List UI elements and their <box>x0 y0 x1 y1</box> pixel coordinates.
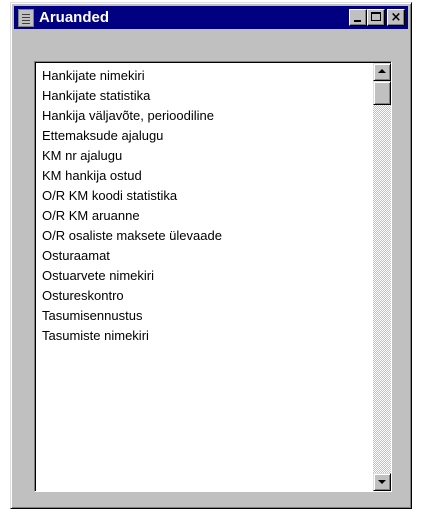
vertical-scrollbar[interactable] <box>373 63 391 491</box>
list-item[interactable]: Ostuarvete nimekiri <box>42 266 367 286</box>
list-item[interactable]: O/R osaliste maksete ülevaade <box>42 226 367 246</box>
list-item[interactable]: Ostureskontro <box>42 286 367 306</box>
minimize-button[interactable] <box>349 9 367 26</box>
maximize-icon <box>371 12 381 21</box>
list-item[interactable]: Ettemaksude ajalugu <box>42 126 367 146</box>
maximize-button[interactable] <box>367 9 385 26</box>
scroll-up-button[interactable] <box>373 63 391 81</box>
list-item[interactable]: Tasumiste nimekiri <box>42 326 367 346</box>
list-item[interactable]: Osturaamat <box>42 246 367 266</box>
window-title: Aruanded <box>39 9 110 26</box>
close-icon: × <box>390 10 402 25</box>
list-item[interactable]: O/R KM koodi statistika <box>42 186 367 206</box>
minimize-icon <box>354 20 361 22</box>
list-item[interactable]: KM nr ajalugu <box>42 146 367 166</box>
close-button[interactable]: × <box>387 9 405 26</box>
reports-list[interactable]: Hankijate nimekiri Hankijate statistika Ha… <box>34 61 392 492</box>
scroll-down-arrow-icon <box>378 480 386 484</box>
reports-list-items: Hankijate nimekiri Hankijate statistika Ha… <box>42 66 367 346</box>
list-item[interactable]: Tasumisennustus <box>42 306 367 326</box>
list-item[interactable]: Hankija väljavõte, perioodiline <box>42 106 367 126</box>
scroll-down-button[interactable] <box>373 473 391 491</box>
list-item[interactable]: KM hankija ostud <box>42 166 367 186</box>
list-item[interactable]: Hankijate nimekiri <box>42 66 367 86</box>
scroll-thumb[interactable] <box>373 81 391 105</box>
scroll-up-arrow-icon <box>378 69 386 73</box>
reports-window: Aruanded × Hankijate nimekiri Hankijate s… <box>10 2 412 509</box>
list-item[interactable]: Hankijate statistika <box>42 86 367 106</box>
title-bar[interactable]: Aruanded × <box>14 6 408 29</box>
list-item[interactable]: O/R KM aruanne <box>42 206 367 226</box>
document-list-icon[interactable] <box>18 8 34 27</box>
